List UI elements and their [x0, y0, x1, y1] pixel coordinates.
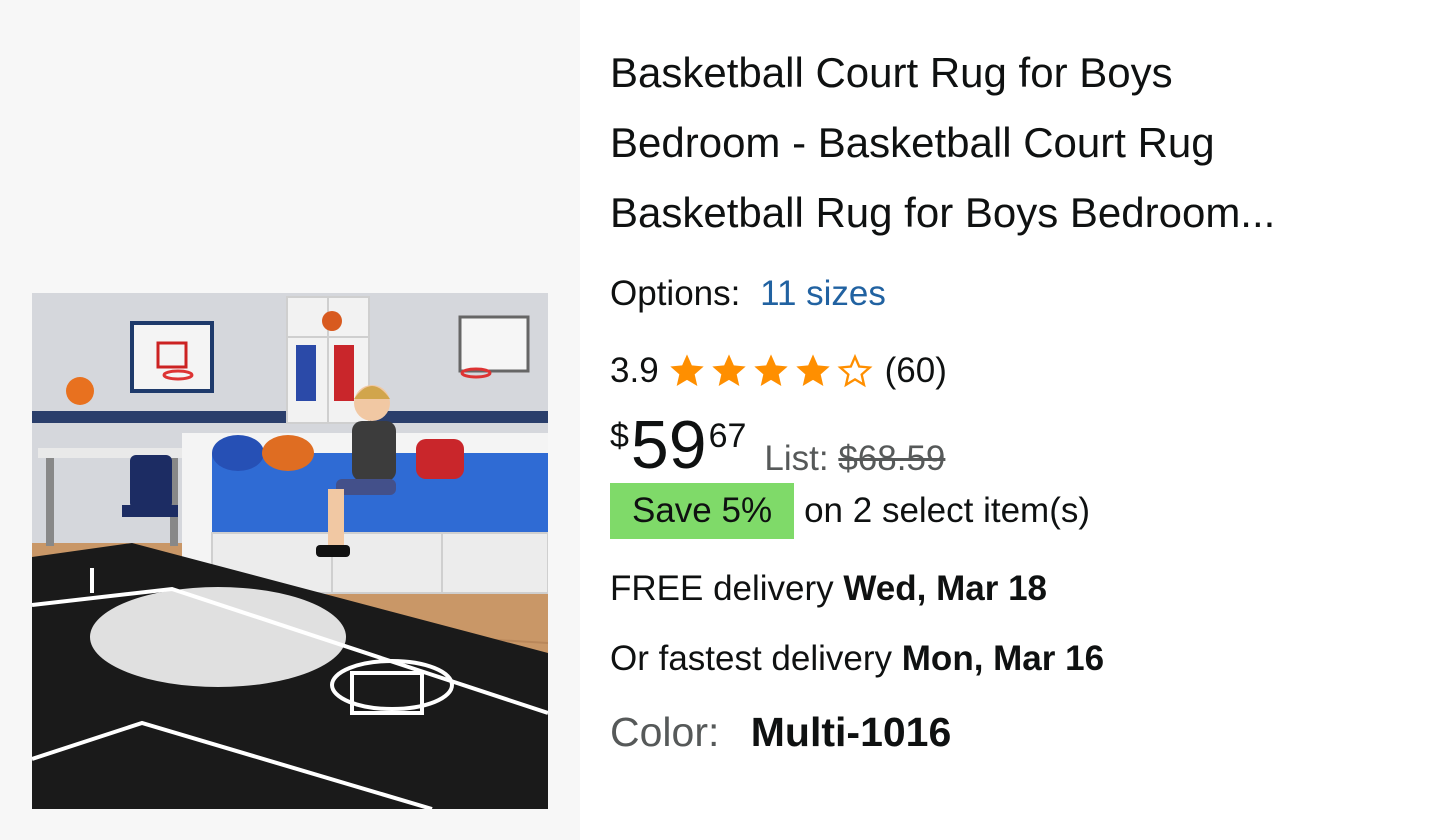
product-title[interactable]: Basketball Court Rug for Boys Bedroom - …: [610, 38, 1400, 248]
options-label: Options:: [610, 274, 741, 313]
product-title-line[interactable]: Bedroom - Basketball Court Rug: [610, 108, 1400, 178]
color-row: Color: Multi-1016: [610, 707, 1410, 757]
product-title-line[interactable]: Basketball Rug for Boys Bedroom...: [610, 178, 1400, 248]
star-outline-icon: [837, 353, 873, 388]
price-fraction: 67: [708, 417, 747, 455]
price-whole: 59: [630, 407, 707, 483]
product-card: Basketball Court Rug for Boys Bedroom - …: [0, 0, 1440, 840]
rating-stars[interactable]: [667, 351, 877, 391]
rating-row: 3.9 (60): [610, 349, 1410, 393]
product-title-line[interactable]: Basketball Court Rug for Boys: [610, 38, 1400, 108]
fastest-delivery-row: Or fastest delivery Mon, Mar 16: [610, 637, 1410, 681]
product-image[interactable]: [32, 293, 548, 809]
star-full-icon: [711, 354, 746, 386]
product-photo: [32, 293, 548, 809]
color-label: Color:: [610, 709, 720, 755]
delivery-row: FREE delivery Wed, Mar 18: [610, 567, 1410, 611]
list-price-value: $68.59: [838, 439, 946, 478]
rating-value: 3.9: [610, 351, 659, 390]
save-row: Save 5% on 2 select item(s): [610, 483, 1410, 539]
sizes-link[interactable]: 11 sizes: [760, 274, 886, 313]
product-image-panel: [0, 0, 580, 840]
color-value: Multi-1016: [750, 709, 952, 755]
delivery-prefix: FREE delivery: [610, 569, 834, 608]
rating-count[interactable]: (60): [885, 349, 947, 393]
star-full-icon: [795, 354, 830, 386]
fastest-delivery-date: Mon, Mar 16: [901, 639, 1105, 678]
star-full-icon: [669, 354, 704, 386]
fastest-delivery-prefix: Or fastest delivery: [610, 639, 893, 678]
price-row: $ 59 67 List: $68.59: [610, 409, 1410, 483]
delivery-date: Wed, Mar 18: [843, 569, 1047, 608]
save-text: on 2 select item(s): [804, 491, 1091, 530]
save-badge: Save 5%: [610, 483, 795, 539]
options-row: Options: 11 sizes: [610, 272, 1410, 316]
star-full-icon: [753, 354, 788, 386]
product-details: Basketball Court Rug for Boys Bedroom - …: [610, 38, 1410, 757]
price-symbol: $: [610, 417, 629, 455]
list-price-label: List:: [764, 439, 829, 478]
list-price: List: $68.59: [764, 439, 945, 479]
